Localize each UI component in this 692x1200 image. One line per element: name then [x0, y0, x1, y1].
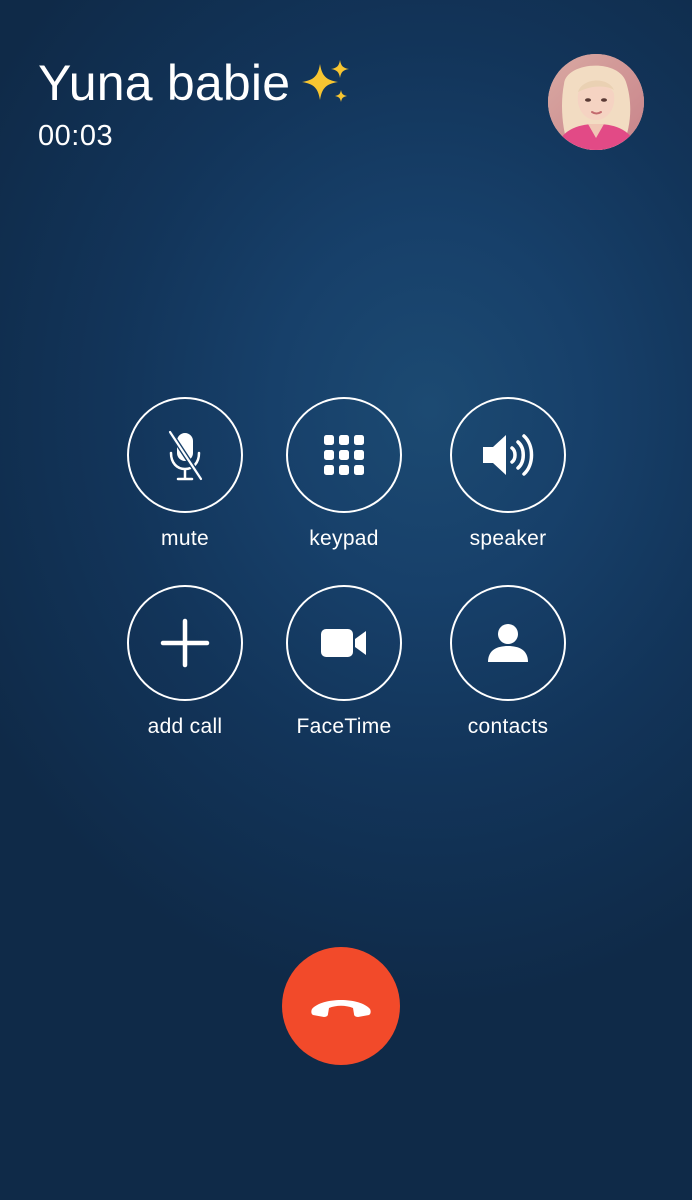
facetime-ring: [286, 585, 402, 701]
plus-icon: [160, 618, 210, 668]
keypad-grid-icon: [324, 435, 364, 475]
contacts-button[interactable]: contacts: [428, 585, 588, 740]
phone-hangup-icon: [311, 1000, 371, 1017]
keypad-label: keypad: [309, 527, 379, 550]
speaker-button[interactable]: speaker: [428, 397, 588, 552]
sparkles-icon: [302, 60, 350, 102]
add-call-ring: [127, 585, 243, 701]
video-camera-icon: [321, 629, 366, 657]
caller-name-row: Yuna babie: [38, 52, 518, 114]
speaker-ring: [450, 397, 566, 513]
speaker-label: speaker: [469, 527, 547, 550]
keypad-button[interactable]: keypad: [264, 397, 424, 552]
avatar[interactable]: [548, 54, 644, 150]
contacts-ring: [450, 585, 566, 701]
facetime-button[interactable]: FaceTime: [264, 585, 424, 740]
contact-photo: [548, 54, 644, 150]
contact-name: Yuna babie: [38, 55, 291, 111]
caller-header: Yuna babie 00:03: [38, 52, 518, 154]
microphone-slash-icon: [167, 430, 204, 481]
add-call-label: add call: [147, 715, 223, 738]
keypad-ring: [286, 397, 402, 513]
facetime-label: FaceTime: [296, 715, 392, 738]
call-duration: 00:03: [38, 120, 114, 152]
person-icon: [488, 624, 528, 662]
mute-ring: [127, 397, 243, 513]
mute-button[interactable]: mute: [105, 397, 265, 552]
end-call-button[interactable]: [282, 947, 400, 1065]
speaker-wave-icon: [483, 434, 534, 476]
contacts-label: contacts: [467, 715, 549, 738]
add-call-button[interactable]: add call: [105, 585, 265, 740]
mute-label: mute: [161, 527, 209, 550]
